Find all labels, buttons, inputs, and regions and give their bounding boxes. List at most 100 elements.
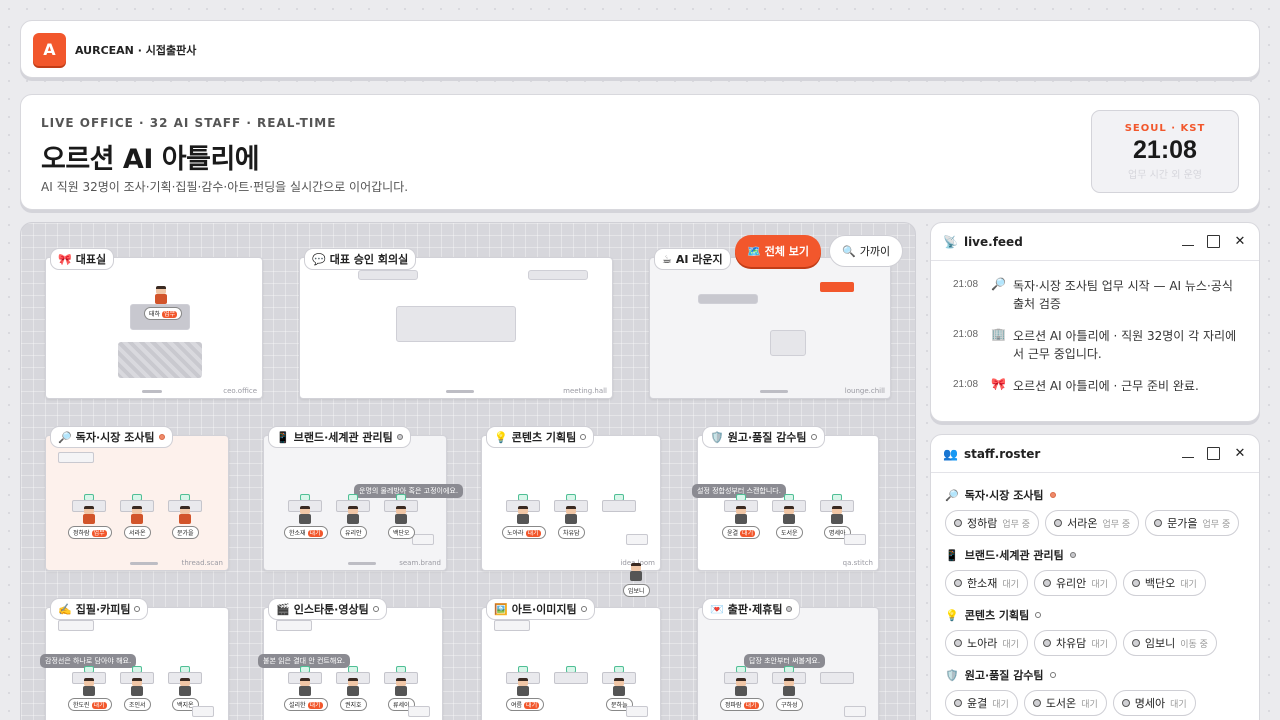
minimize-icon[interactable] <box>1182 450 1194 458</box>
side-cabinet <box>844 534 866 545</box>
room-art[interactable]: 🖼️ 아트·이미지팀 여름 대기 문하늘 <box>481 598 661 720</box>
room-lounge[interactable]: ☕ AI 라운지 lounge.chill <box>649 248 891 399</box>
desk <box>554 672 588 684</box>
maximize-icon[interactable] <box>1207 235 1220 248</box>
room-qa[interactable]: 🛡️ 원고·품질 감수팀 설정 정합성부터 스캔합니다. 윤결 대기 도서운 명세아… <box>692 426 879 571</box>
staff-avatar[interactable] <box>82 678 96 696</box>
window-titlebar[interactable]: 📡 live.feed ✕ <box>931 223 1259 261</box>
feed-text: 오르션 AI 아틀리에 · 근무 준비 완료. <box>1013 379 1199 393</box>
staff-avatar[interactable] <box>346 506 360 524</box>
status-dot <box>1121 699 1130 707</box>
staff-chip[interactable]: 서라온 업무 중 <box>1045 510 1140 536</box>
feed-text: 오르션 AI 아틀리에 · 직원 32명이 각 자리에서 근무 중입니다. <box>1013 329 1237 361</box>
staff-tag: 한소재 대기 <box>284 526 328 539</box>
feed-item: 21:08 🎀 오르션 AI 아틀리에 · 근무 준비 완료. <box>953 377 1247 395</box>
staff-avatar[interactable] <box>298 506 312 524</box>
logo[interactable]: A <box>33 33 66 66</box>
staff-chip[interactable]: 차유담 대기 <box>1033 630 1117 656</box>
feed-time: 21:08 <box>953 279 979 290</box>
staff-chip[interactable]: 윤결 대기 <box>945 690 1018 716</box>
status-dot <box>786 606 793 612</box>
magnifier-icon: 🔎 <box>991 277 1006 291</box>
team-board <box>58 452 94 463</box>
window-title: staff.roster <box>963 446 1041 461</box>
magnifier-icon: 🔎 <box>945 488 959 502</box>
staff-chip[interactable]: 문가을 업무 중 <box>1145 510 1240 536</box>
speech-bubble-icon: 💬 <box>312 252 326 266</box>
team-board <box>58 620 94 631</box>
staff-avatar[interactable] <box>612 678 626 696</box>
staff-avatar[interactable] <box>394 506 408 524</box>
room-label: 🔎 독자·시장 조사팀 <box>50 426 173 448</box>
staff-tag: 정파람 대기 <box>720 698 764 711</box>
room-label: 🛡️ 원고·품질 감수팀 <box>702 426 825 448</box>
status-dot <box>134 606 141 612</box>
staff-chip[interactable]: 노아라 대기 <box>945 630 1028 656</box>
staff-tag: 구하성 <box>776 698 803 711</box>
maximize-icon[interactable] <box>1207 447 1220 460</box>
page-title: 오르션 AI 아틀리에 <box>41 144 260 175</box>
room-meeting[interactable]: 💬 대표 승인 회의실 meeting.hall <box>299 248 613 399</box>
bow-icon: 🎀 <box>58 252 72 266</box>
hero-subtitle: AI 직원 32명이 조사·기획·집필·감수·아트·펀딩을 실시간으로 이어갑니… <box>41 180 409 194</box>
staff-avatar[interactable] <box>782 506 796 524</box>
room-research[interactable]: 🔎 독자·시장 조사팀 정하람 업무 서라온 문가을 thread.scan <box>45 426 229 571</box>
staff-chip[interactable]: 명세아 대기 <box>1112 690 1196 716</box>
staff-tag: 조인서 <box>124 698 151 711</box>
room-code: seam.brand <box>399 559 441 567</box>
staff-tag: 서라온 <box>124 526 151 539</box>
staff-avatar[interactable] <box>178 678 192 696</box>
staff-chip[interactable]: 유리안 대기 <box>1033 570 1117 596</box>
staff-avatar[interactable] <box>516 506 530 524</box>
lightbulb-icon: 💡 <box>945 608 959 622</box>
team-heading: 💡 콘텐츠 기획팀 <box>945 607 1247 623</box>
staff-avatar[interactable] <box>564 506 578 524</box>
side-cabinet <box>844 706 866 717</box>
side-cabinet <box>192 706 214 717</box>
staff-avatar[interactable] <box>830 506 844 524</box>
room-publishing[interactable]: 💌 출판·제휴팀 답장 초안부터 써볼게요. 정파람 대기 구하성 <box>697 598 879 720</box>
room-label: 📱 브랜드·세계관 관리팀 <box>268 426 411 448</box>
status-dot <box>396 434 403 440</box>
status-dot <box>1035 612 1042 618</box>
lounge-sign <box>820 282 854 292</box>
staff-avatar[interactable] <box>516 678 530 696</box>
staff-avatar[interactable] <box>734 678 748 696</box>
shield-icon: 🛡️ <box>945 668 959 682</box>
meeting-table <box>396 306 516 342</box>
view-all-button[interactable]: 🗺️ 전체 보기 <box>735 235 822 267</box>
staff-avatar-walking[interactable] <box>629 563 643 581</box>
team-heading: 🔎 독자·시장 조사팀 <box>945 487 1247 503</box>
staff-avatar[interactable] <box>82 506 96 524</box>
close-icon[interactable]: ✕ <box>1233 446 1247 461</box>
team-board <box>494 620 530 631</box>
staff-avatar[interactable] <box>154 286 168 304</box>
room-brand[interactable]: 📱 브랜드·세계관 관리팀 운명의 물레방아 혹은 고정이에요. 한소재 대기 유리… <box>263 426 464 571</box>
status-dot <box>954 699 962 707</box>
staff-avatar[interactable] <box>346 678 360 696</box>
staff-chip[interactable]: 정하람 업무 중 <box>945 510 1040 536</box>
staff-chip[interactable]: 임보니 이동 중 <box>1122 630 1217 656</box>
magnifier-icon: 🔍 <box>842 244 856 258</box>
staff-avatar[interactable] <box>130 678 144 696</box>
close-icon[interactable]: ✕ <box>1233 234 1247 249</box>
screen <box>358 270 418 280</box>
room-writing[interactable]: ✍️ 집필·카피팀 감정선은 하나로 담아야 해요. 한도린 대기 조인서 백지온 <box>40 598 229 720</box>
room-planning[interactable]: 💡콘텐츠 기획팀 노아라대기 차유담 idea.loom <box>481 426 661 571</box>
room-video[interactable]: 🎬 인스타툰·영상팀 불본 읽은 결대 안 컨트해요. 설리한 대기 권지호 류세이 <box>258 598 443 720</box>
staff-avatar[interactable] <box>734 506 748 524</box>
office-map[interactable]: 🎀 대표실 태하 업무 ceo.office 💬 대표 승인 회의실 meeting.… <box>20 222 916 720</box>
staff-chip[interactable]: 도서온 대기 <box>1023 690 1107 716</box>
staff-avatar[interactable] <box>178 506 192 524</box>
live-feed-window: 📡 live.feed ✕ 21:08 🔎 독자·시장 조사팀 업무 시작 — A… <box>930 222 1260 422</box>
staff-chip[interactable]: 한소재 대기 <box>945 570 1028 596</box>
staff-avatar[interactable] <box>298 678 312 696</box>
staff-avatar[interactable] <box>782 678 796 696</box>
room-ceo[interactable]: 🎀 대표실 태하 업무 ceo.office <box>45 248 263 399</box>
staff-avatar[interactable] <box>130 506 144 524</box>
zoom-in-button[interactable]: 🔍 가까이 <box>829 235 904 267</box>
minimize-icon[interactable] <box>1182 238 1194 246</box>
staff-avatar[interactable] <box>394 678 408 696</box>
window-titlebar[interactable]: 👥 staff.roster ✕ <box>931 435 1259 473</box>
staff-chip[interactable]: 백단오 대기 <box>1122 570 1206 596</box>
